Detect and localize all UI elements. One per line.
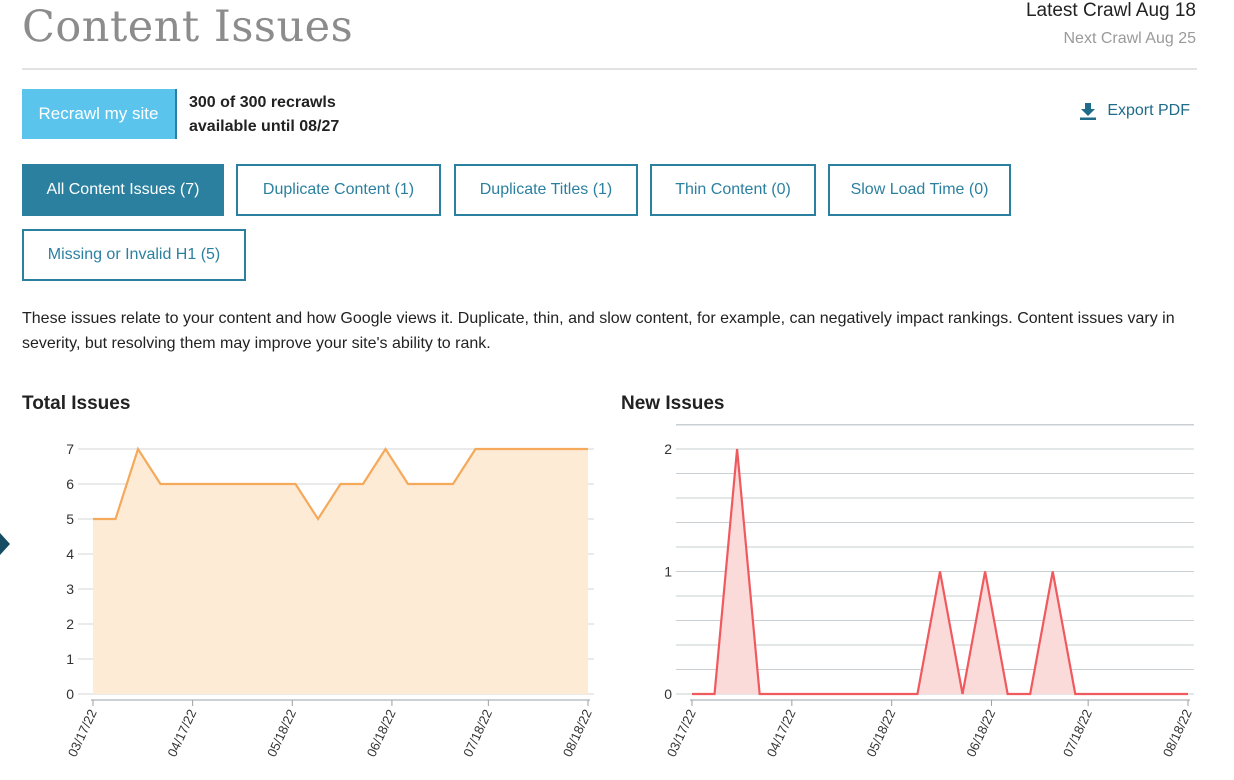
x-tick-label: 08/18/22 xyxy=(560,707,595,759)
filter-duplicate-content[interactable]: Duplicate Content (1) xyxy=(236,164,441,216)
y-tick-label: 1 xyxy=(664,564,672,580)
x-tick-label: 04/17/22 xyxy=(764,707,799,759)
crawl-info: Latest Crawl Aug 18 Next Crawl Aug 25 xyxy=(1026,0,1196,48)
y-tick-label: 0 xyxy=(664,686,672,702)
y-tick-label: 4 xyxy=(66,546,74,562)
next-crawl: Next Crawl Aug 25 xyxy=(1063,30,1196,47)
y-tick-label: 3 xyxy=(66,581,74,597)
filter-missing-invalid-h1[interactable]: Missing or Invalid H1 (5) xyxy=(22,229,246,281)
y-tick-label: 2 xyxy=(66,616,74,632)
x-tick-label: 04/17/22 xyxy=(164,707,199,759)
x-tick-label: 07/18/22 xyxy=(1060,707,1095,759)
recrawl-button[interactable]: Recrawl my site xyxy=(22,89,177,139)
new-issues-chart: 0 1 2 03/17/22 04/17/22 05/18/22 06/18/22 07/18… xyxy=(664,424,1195,759)
x-tick-label: 07/18/22 xyxy=(460,707,495,759)
x-tick-label: 03/17/22 xyxy=(65,707,100,759)
total-issues-title: Total Issues xyxy=(22,393,131,414)
export-pdf-label: Export PDF xyxy=(1107,102,1190,119)
filter-duplicate-titles[interactable]: Duplicate Titles (1) xyxy=(454,164,638,216)
new-issues-title: New Issues xyxy=(621,393,725,414)
y-tick-label: 7 xyxy=(66,441,74,457)
export-pdf-link[interactable]: Export PDF xyxy=(1079,102,1190,120)
download-icon xyxy=(1080,103,1097,120)
y-tick-label: 5 xyxy=(66,511,74,527)
x-tick-label: 05/18/22 xyxy=(863,707,898,759)
x-tick-label: 06/18/22 xyxy=(963,707,998,759)
x-tick-label: 03/17/22 xyxy=(664,707,699,759)
recrawl-available-until: available until 08/27 xyxy=(189,118,340,135)
recrawl-count: 300 of 300 recrawls xyxy=(189,94,336,111)
x-tick-label: 05/18/22 xyxy=(264,707,299,759)
x-tick-label: 08/18/22 xyxy=(1160,707,1195,759)
filter-slow-load-time[interactable]: Slow Load Time (0) xyxy=(828,164,1011,216)
description-text: These issues relate to your content and … xyxy=(22,310,1175,352)
total-issues-chart: 0 1 2 3 4 5 6 7 03/17/22 04/17/22 05/18/22 06/18/22… xyxy=(65,441,595,759)
side-panel-toggle-icon[interactable] xyxy=(0,533,10,555)
y-tick-label: 1 xyxy=(66,651,74,667)
page-title: Content Issues xyxy=(22,2,354,52)
y-tick-label: 0 xyxy=(66,686,74,702)
filter-all-content-issues[interactable]: All Content Issues (7) xyxy=(22,164,224,216)
latest-crawl: Latest Crawl Aug 18 xyxy=(1025,0,1196,21)
recrawl-availability: 300 of 300 recrawls available until 08/2… xyxy=(189,91,339,139)
header-divider xyxy=(22,68,1197,70)
y-tick-label: 6 xyxy=(66,476,74,492)
filter-thin-content[interactable]: Thin Content (0) xyxy=(650,164,816,216)
x-tick-label: 06/18/22 xyxy=(364,707,399,759)
y-tick-label: 2 xyxy=(664,441,672,457)
